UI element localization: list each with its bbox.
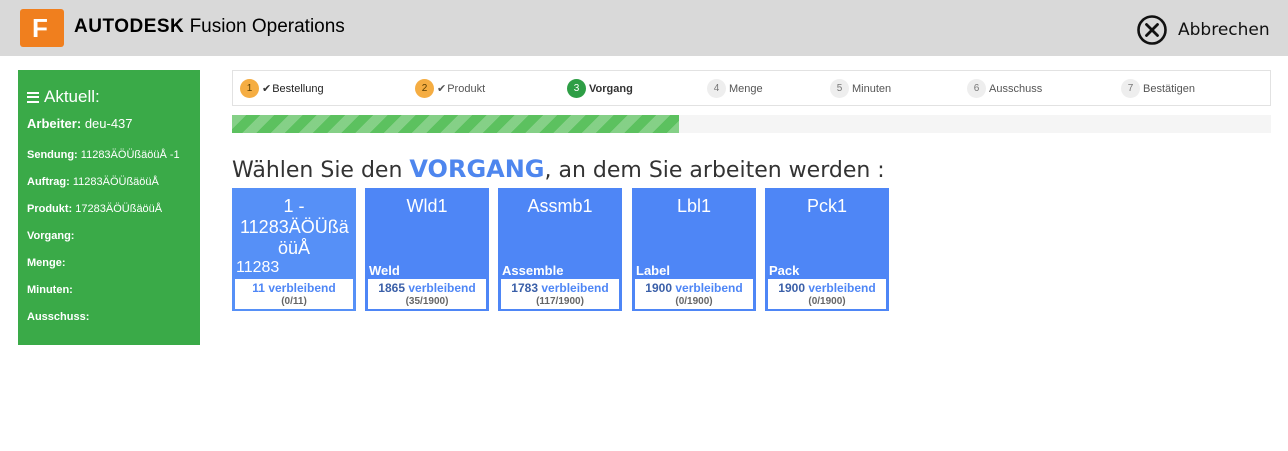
step-vorgang[interactable]: 3 Vorgang xyxy=(567,79,633,98)
app-header: F AUTODESK Fusion Operations Abbrechen xyxy=(0,0,1288,56)
status-row-menge: Menge: xyxy=(27,250,200,277)
fusion-logo-icon: F xyxy=(20,9,64,47)
remaining-label: verbleibend xyxy=(408,281,476,295)
step-ausschuss[interactable]: 6 Ausschuss xyxy=(967,79,1042,98)
remaining-label: verbleibend xyxy=(808,281,876,295)
brand-bold: AUTODESK xyxy=(74,16,185,37)
step-produkt[interactable]: 2 ✔ Produkt xyxy=(415,79,485,98)
status-rows: Sendung: 11283ÄÖÜßäöüÅ -1 Auftrag: 11283… xyxy=(27,142,200,331)
status-row-ausschuss: Ausschuss: xyxy=(27,304,200,331)
status-row-auftrag: Auftrag: 11283ÄÖÜßäöüÅ xyxy=(27,169,200,196)
step-number: 7 xyxy=(1121,79,1140,98)
worker-label: Arbeiter: xyxy=(27,116,82,131)
status-row-sendung: Sendung: 11283ÄÖÜßäöüÅ -1 xyxy=(27,142,200,169)
row-label: Minuten: xyxy=(27,284,73,296)
operation-sub: Assemble xyxy=(502,263,564,278)
step-label: Ausschuss xyxy=(989,82,1043,95)
cancel-label: Abbrechen xyxy=(1178,20,1270,40)
row-label: Auftrag: xyxy=(27,176,70,188)
operation-name: Pck1 xyxy=(806,196,848,216)
progress-fill xyxy=(232,115,679,133)
row-label: Menge: xyxy=(27,257,66,269)
heading-after: , an dem Sie arbeiten werden : xyxy=(544,158,885,183)
row-label: Sendung: xyxy=(27,149,78,161)
remaining-ratio: (0/1900) xyxy=(808,296,846,307)
step-number: 5 xyxy=(830,79,849,98)
worker-value: deu-437 xyxy=(84,116,133,131)
row-label: Produkt: xyxy=(27,203,73,215)
operation-name: Lbl1 xyxy=(676,196,712,216)
panel-title-label: Aktuell: xyxy=(44,87,100,106)
remaining-box: 1783 verbleibend (117/1900) xyxy=(501,279,619,309)
remaining-box: 11 verbleibend (0/11) xyxy=(235,279,353,309)
remaining-ratio: (0/1900) xyxy=(675,296,713,307)
remaining-count: 1865 xyxy=(378,281,405,295)
close-circle-icon xyxy=(1137,15,1167,45)
page-heading: Wählen Sie den VORGANG, an dem Sie arbei… xyxy=(232,155,885,183)
step-bestaetigen[interactable]: 7 Bestätigen xyxy=(1121,79,1195,98)
step-menge[interactable]: 4 Menge xyxy=(707,79,763,98)
remaining-ratio: (35/1900) xyxy=(405,296,449,307)
heading-emphasis: VORGANG xyxy=(409,155,545,183)
row-value: 17283ÄÖÜßäöüÅ xyxy=(75,203,163,215)
step-label: Menge xyxy=(729,82,763,95)
brand-rest: Fusion Operations xyxy=(189,16,345,37)
step-number: 3 xyxy=(567,79,586,98)
step-label: Minuten xyxy=(852,82,892,95)
brand-title: AUTODESK Fusion Operations xyxy=(74,14,345,40)
row-value: 11283ÄÖÜßäöüÅ -1 xyxy=(80,149,180,161)
menu-icon xyxy=(27,91,39,103)
remaining-count: 1783 xyxy=(511,281,538,295)
remaining-box: 1900 verbleibend (0/1900) xyxy=(635,279,753,309)
remaining-count: 1900 xyxy=(645,281,672,295)
operation-sub: Pack xyxy=(769,263,800,278)
operation-card[interactable]: 1 - 11283ÄÖÜßä öüÅ 11283 11 verbleibend … xyxy=(232,188,356,311)
step-label: Bestellung xyxy=(272,82,324,95)
remaining-box: 1865 verbleibend (35/1900) xyxy=(368,279,486,309)
row-label: Ausschuss: xyxy=(27,311,90,323)
remaining-ratio: (117/1900) xyxy=(536,296,584,307)
step-number: 2 xyxy=(415,79,434,98)
operation-name: Wld1 xyxy=(406,196,448,216)
check-icon: ✔ xyxy=(262,83,272,95)
remaining-label: verbleibend xyxy=(268,281,336,295)
status-row-vorgang: Vorgang: xyxy=(27,223,200,250)
check-icon: ✔ xyxy=(437,83,447,95)
step-label: Bestätigen xyxy=(1143,82,1195,95)
row-label: Vorgang: xyxy=(27,230,75,242)
step-bestellung[interactable]: 1 ✔ Bestellung xyxy=(240,79,324,98)
row-value: 11283ÄÖÜßäöüÅ xyxy=(72,176,159,188)
heading-before: Wählen Sie den xyxy=(232,158,410,183)
cancel-button[interactable]: Abbrechen xyxy=(1136,14,1270,46)
operation-card[interactable]: Assmb1 Assemble 1783 verbleibend (117/19… xyxy=(498,188,622,311)
operation-name: 1 - 11283ÄÖÜßä öüÅ xyxy=(240,196,349,258)
operation-sub: 11283 xyxy=(236,259,280,276)
remaining-count: 1900 xyxy=(778,281,805,295)
step-number: 1 xyxy=(240,79,259,98)
step-number: 4 xyxy=(707,79,726,98)
status-row-produkt: Produkt: 17283ÄÖÜßäöüÅ xyxy=(27,196,200,223)
step-label: Produkt xyxy=(447,82,486,95)
operation-sub: Weld xyxy=(369,263,400,278)
step-number: 6 xyxy=(967,79,986,98)
remaining-count: 11 xyxy=(252,281,265,295)
operation-card[interactable]: Pck1 Pack 1900 verbleibend (0/1900) xyxy=(765,188,889,311)
step-label: Vorgang xyxy=(589,82,633,95)
wizard-stepper: 1 ✔ Bestellung 2 ✔ Produkt 3 Vorgang 4 M… xyxy=(232,70,1271,106)
logo-letter: F xyxy=(32,13,48,43)
operation-card[interactable]: Lbl1 Label 1900 verbleibend (0/1900) xyxy=(632,188,756,311)
panel-title: Aktuell: xyxy=(27,84,200,110)
operation-card[interactable]: Wld1 Weld 1865 verbleibend (35/1900) xyxy=(365,188,489,311)
remaining-label: verbleibend xyxy=(541,281,609,295)
step-minuten[interactable]: 5 Minuten xyxy=(830,79,891,98)
remaining-ratio: (0/11) xyxy=(281,296,307,307)
operation-sub: Label xyxy=(636,263,670,278)
remaining-box: 1900 verbleibend (0/1900) xyxy=(768,279,886,309)
remaining-label: verbleibend xyxy=(675,281,743,295)
operation-name: Assmb1 xyxy=(527,196,593,216)
current-status-panel: Aktuell: Arbeiter: deu-437 Sendung: 1128… xyxy=(18,70,200,345)
wizard-progress-bar xyxy=(232,115,1271,133)
status-row-minuten: Minuten: xyxy=(27,277,200,304)
worker-info: Arbeiter: deu-437 xyxy=(27,116,200,134)
